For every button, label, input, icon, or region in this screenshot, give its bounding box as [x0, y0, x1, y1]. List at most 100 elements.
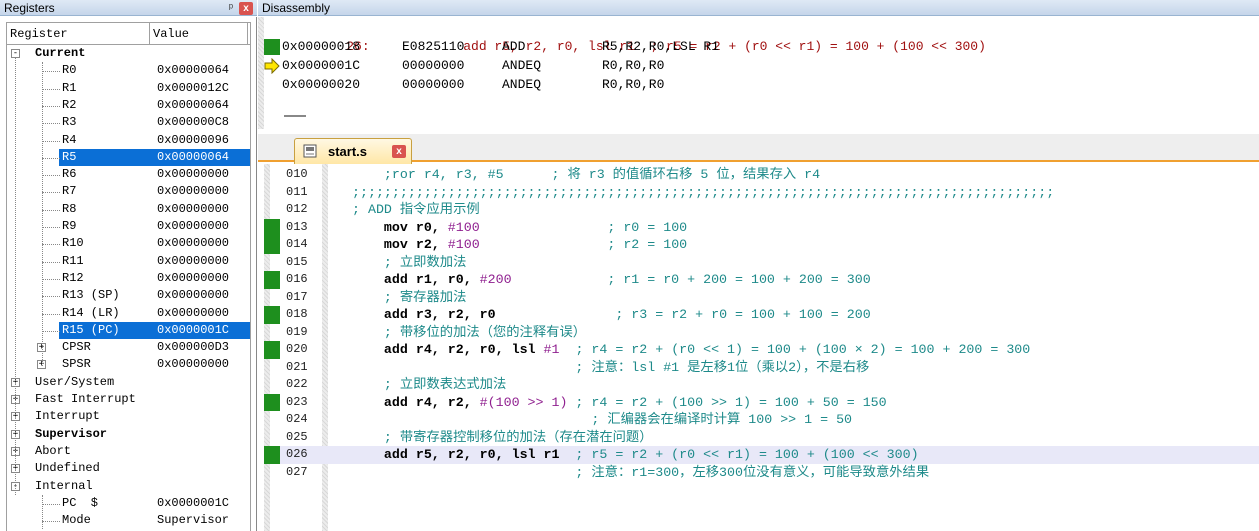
line-number: 015 [286, 254, 308, 269]
tree-line [42, 140, 60, 142]
registers-header: Register Value [7, 23, 250, 45]
editor-tab-strip: start.s x [258, 134, 1259, 164]
tree-line [42, 521, 60, 523]
code-token: add r5, r2, r0, lsl r1 [352, 447, 560, 462]
breakpoint-marker[interactable] [264, 218, 280, 236]
code-token: ; r0 = 100 [479, 219, 688, 235]
line-number: 021 [286, 359, 308, 374]
tree-line [42, 227, 60, 228]
tree-node-current[interactable]: Current - [7, 45, 250, 62]
breakpoint-marker[interactable] [264, 341, 280, 359]
source-line[interactable]: 014 mov r2, #100 ; r2 = 100 [264, 236, 1259, 254]
instruction-address: 0x00000020 [282, 77, 361, 92]
source-code-area[interactable]: 010 ;ror r4, r3, #5 ; 将 r3 的值循环右移 5 位，结果… [258, 164, 1259, 531]
source-line[interactable]: 021 ; 注意：lsl #1 是左移1位（乘以2），不是右移 [264, 359, 1259, 377]
code-token: ; r4 = r2 + (r0 << 1) = 100 + (100 × 2) … [559, 342, 1031, 357]
register-name: R6 [62, 167, 77, 182]
registers-tree: Register Value Current - R0 0x00000064 R1 0x0… [6, 22, 251, 531]
source-line[interactable]: 024 ; 汇编器会在编译时计算 100 >> 1 = 50 [264, 411, 1259, 429]
code-token: add r4, r2, r0, lsl [352, 342, 544, 357]
register-value: 0x00000064 [157, 97, 230, 112]
instruction-operands: R0,R0,R0 [602, 58, 665, 73]
register-name: R7 [62, 184, 77, 199]
instruction-mnemonic: ANDEQ [502, 58, 542, 73]
breakpoint-marker[interactable] [264, 271, 280, 289]
tree-line [42, 192, 60, 194]
line-code: ; 汇编器会在编译时计算 100 >> 1 = 50 [352, 411, 852, 429]
source-line[interactable]: 020 add r4, r2, r0, lsl #1 ; r4 = r2 + (… [264, 341, 1259, 359]
tree-node-undefined[interactable]: Undefined + [7, 460, 250, 477]
tree-node-abort[interactable]: Abort + [7, 443, 250, 460]
tree-line [42, 123, 60, 125]
instruction-mnemonic: ADD [502, 39, 526, 54]
tree-node-supervisor[interactable]: Supervisor + [7, 426, 250, 443]
code-token: #1 [543, 342, 560, 357]
source-line[interactable]: 011;;;;;;;;;;;;;;;;;;;;;;;;;;;;;;;;;;;;;… [264, 184, 1259, 202]
line-code: add r4, r2, #(100 >> 1) ; r4 = r2 + (100… [352, 394, 887, 412]
tree-line [42, 71, 60, 73]
register-value: 0x00000000 [157, 357, 230, 372]
code-token: ; 注意：lsl #1 是左移1位（乘以2），不是右移 [352, 359, 870, 375]
collapse-icon[interactable]: - [11, 49, 20, 58]
tree-node-fast-interrupt[interactable]: Fast Interrupt + [7, 391, 250, 408]
breakpoint-marker[interactable] [264, 446, 280, 464]
line-number: 023 [286, 394, 308, 409]
register-name: R12 [62, 270, 84, 285]
register-name: R14 (LR) [62, 305, 120, 320]
register-column-header[interactable]: Register [7, 23, 150, 44]
source-line[interactable]: 018 add r3, r2, r0 ; r3 = r2 + r0 = 100 … [264, 306, 1259, 324]
code-token: ; 立即数表达式加法 [352, 377, 507, 392]
tab-start-s[interactable]: start.s x [294, 138, 412, 164]
tree-line [42, 296, 60, 298]
source-line[interactable]: 012 ; ADD 指令应用示例 [264, 201, 1259, 219]
close-icon[interactable]: x [239, 1, 253, 15]
value-column-header[interactable]: Value [150, 23, 248, 44]
breakpoint-marker[interactable] [264, 393, 280, 411]
tree-node-user-system[interactable]: User/System + [7, 374, 250, 391]
source-line[interactable]: 010 ;ror r4, r3, #5 ; 将 r3 的值循环右移 5 位，结果… [264, 166, 1259, 184]
tab-close-icon[interactable]: x [392, 145, 406, 158]
register-name: Interrupt [35, 409, 100, 424]
tree-node-internal[interactable]: Internal - [7, 478, 250, 495]
code-token: ; 注意：r1=300，左移300位没有意义，可能导致意外结果 [352, 464, 930, 480]
pin-icon[interactable]: ᵖ [229, 0, 233, 15]
breakpoint-marker[interactable] [264, 236, 280, 254]
register-value: 0x000000C8 [157, 115, 230, 130]
register-row-spsr[interactable]: SPSR 0x00000000 + [7, 356, 250, 373]
breakpoint-marker[interactable] [264, 306, 280, 324]
register-value: 0x00000000 [157, 236, 230, 251]
tree-node-interrupt[interactable]: Interrupt + [7, 408, 250, 425]
register-value: 0x0000012C [157, 80, 230, 95]
line-number: 026 [286, 447, 308, 461]
tree-line [42, 494, 43, 530]
source-line[interactable]: 017 ; 寄存器加法 [264, 289, 1259, 307]
registers-title-bar: Registers ᵖ x [0, 0, 257, 16]
register-value: 0x00000064 [157, 149, 230, 164]
tree-line [15, 58, 16, 495]
line-code: ; 寄存器加法 [352, 289, 466, 307]
source-line[interactable]: 022 ; 立即数表达式加法 [264, 376, 1259, 394]
source-line[interactable]: 027 ; 注意：r1=300，左移300位没有意义，可能导致意外结果 [264, 464, 1259, 482]
register-name: Supervisor [35, 426, 108, 441]
disassembly-source-line: 26: add r5, r2, r0, lsl r1 ; r5 = r2 + (r… [282, 20, 986, 54]
tree-line [42, 175, 60, 177]
source-line[interactable]: 016 add r1, r0, #200 ; r1 = r0 + 200 = 1… [264, 271, 1259, 289]
line-number: 025 [286, 429, 308, 444]
source-line[interactable]: 015 ; 立即数加法 [264, 254, 1259, 272]
line-code: ;;;;;;;;;;;;;;;;;;;;;;;;;;;;;;;;;;;;;;;;… [352, 184, 1054, 202]
source-line[interactable]: 019 ; 带移位的加法（您的注释有误） [264, 324, 1259, 342]
source-line[interactable]: 013 mov r0, #100 ; r0 = 100 [264, 219, 1259, 237]
source-line[interactable]: 025 ; 带寄存器控制移位的加法（存在潜在问题） [264, 429, 1259, 447]
instruction-address: 0x0000001C [282, 58, 361, 73]
register-name: R10 [62, 236, 84, 251]
register-name: R3 [62, 115, 77, 130]
line-code: ; ADD 指令应用示例 [352, 201, 480, 219]
register-row-cpsr[interactable]: CPSR 0x000000D3 + [7, 339, 250, 356]
registers-title: Registers [4, 1, 55, 15]
code-token: add r3, r2, r0 [352, 307, 496, 322]
source-line[interactable]: 023 add r4, r2, #(100 >> 1) ; r4 = r2 + … [264, 394, 1259, 412]
code-token: mov r2, [352, 237, 448, 252]
breakpoint-marker[interactable] [264, 39, 280, 55]
line-code: add r3, r2, r0 ; r3 = r2 + r0 = 100 + 10… [352, 306, 871, 324]
source-line[interactable]: 026 add r5, r2, r0, lsl r1 ; r5 = r2 + (… [264, 446, 1259, 464]
